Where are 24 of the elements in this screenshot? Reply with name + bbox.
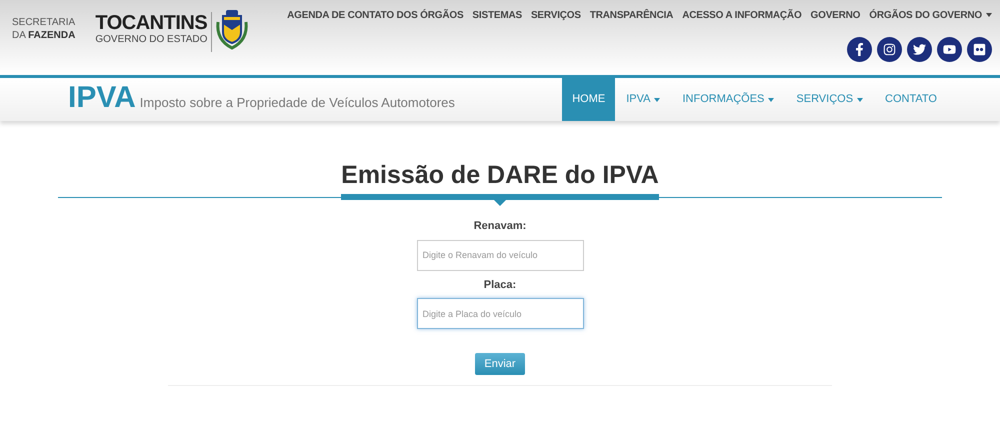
nav-tab[interactable]: HOME [562,78,616,121]
dots-icon[interactable] [967,37,992,62]
top-menu-link[interactable]: ACESSO A INFORMAÇÃO [682,8,802,23]
field-label: Placa: [484,278,516,292]
brand-subtitle: GOVERNO DO ESTADO [95,34,208,46]
fazenda-text: DA FAZENDA [12,29,76,42]
instagram-icon[interactable] [877,37,902,62]
facebook-icon[interactable] [847,37,872,62]
top-menu-link[interactable]: SERVIÇOS [530,8,581,23]
youtube-icon[interactable] [937,37,962,62]
top-menu-link[interactable]: ÓRGÃOS DO GOVERNO [869,8,992,23]
top-menu-link[interactable]: SISTEMAS [472,8,522,23]
brand-title: TOCANTINS [95,12,208,34]
field-label: Renavam: [474,219,526,234]
top-menu-link[interactable]: AGENDA DE CONTATO DOS ÓRGÃOS [287,8,464,23]
bird-icon[interactable] [907,37,932,62]
top-menu-link[interactable]: GOVERNO [810,8,860,23]
tagline: Imposto sobre a Propriedade de Veículos Automotores [140,94,455,112]
ipva-logo: IPVA [68,83,136,113]
top-menu-link[interactable]: TRANSPARÊNCIA [590,8,674,23]
input-field[interactable]: Digite a Placa do veículo [416,298,584,329]
secretaria-text: SECRETARIA [12,16,76,29]
page-title: Emissão de DARE do IPVA [341,160,659,190]
input-field[interactable]: Digite o Renavam do veículo [416,240,584,270]
